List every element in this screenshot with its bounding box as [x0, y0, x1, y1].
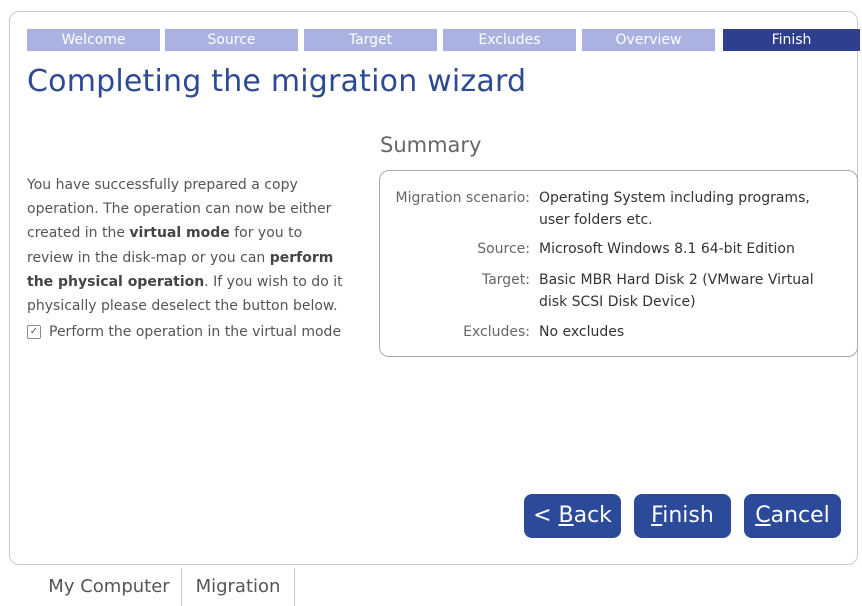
- step-target: Target: [304, 29, 437, 51]
- page-title: Completing the migration wizard: [27, 64, 527, 99]
- step-excludes: Excludes: [443, 29, 576, 51]
- cancel-button-label: ancel: [770, 503, 830, 528]
- finish-button-label: inish: [662, 503, 714, 528]
- virtual-mode-label[interactable]: Perform the operation in the virtual mod…: [49, 324, 341, 340]
- finish-button-mnemonic: F: [651, 503, 663, 528]
- summary-value: Microsoft Windows 8.1 64-bit Edition: [539, 241, 795, 257]
- summary-key: Source:: [477, 241, 530, 257]
- back-button-mnemonic: B: [558, 503, 574, 528]
- finish-button[interactable]: Finish: [634, 494, 731, 538]
- intro-text: You have successfully prepared a copy op…: [27, 173, 349, 318]
- summary-box: Migration scenario: Operating System inc…: [379, 170, 858, 357]
- cancel-button-mnemonic: C: [755, 503, 771, 528]
- tab-migration[interactable]: Migration: [181, 568, 295, 606]
- intro-virtual-mode: virtual mode: [129, 225, 230, 242]
- summary-value: No excludes: [539, 324, 625, 340]
- summary-value: Basic MBR Hard Disk 2 (VMware Virtual di…: [539, 272, 814, 310]
- virtual-mode-checkbox[interactable]: ✓: [27, 325, 41, 339]
- step-source: Source: [165, 29, 298, 51]
- summary-key: Migration scenario:: [395, 190, 530, 206]
- tab-my-computer[interactable]: My Computer: [38, 568, 180, 606]
- summary-key: Target:: [481, 272, 530, 288]
- step-finish: Finish: [723, 29, 860, 51]
- summary-value: Operating System including programs, use…: [539, 190, 810, 228]
- summary-title: Summary: [380, 133, 482, 157]
- back-button-label: ack: [573, 503, 612, 528]
- summary-key: Excludes:: [463, 324, 530, 340]
- cancel-button[interactable]: Cancel: [744, 494, 841, 538]
- back-button-prefix: <: [533, 503, 559, 528]
- step-welcome: Welcome: [27, 29, 160, 51]
- step-overview: Overview: [582, 29, 715, 51]
- virtual-mode-option[interactable]: ✓ Perform the operation in the virtual m…: [27, 320, 341, 344]
- back-button[interactable]: < Back: [524, 494, 621, 538]
